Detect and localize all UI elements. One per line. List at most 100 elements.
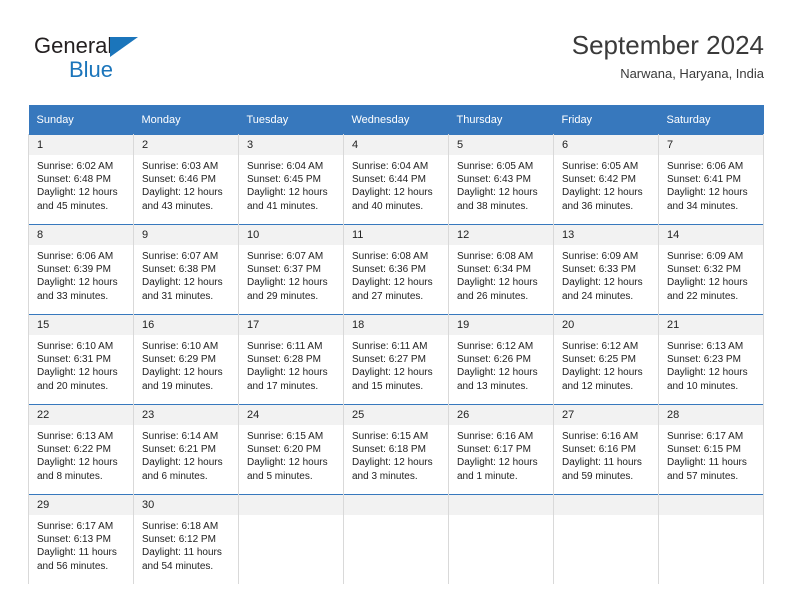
calendar-day-cell[interactable]: 16 Sunrise: 6:10 AM Sunset: 6:29 PM Dayligh…: [133, 314, 239, 405]
day-number: 8: [29, 225, 133, 245]
daylight-text-line1: Daylight: 12 hours: [142, 457, 223, 469]
sunset-text: Sunset: 6:17 PM: [457, 444, 531, 456]
daylight-text-line1: Daylight: 12 hours: [457, 187, 538, 199]
sunset-text: Sunset: 6:33 PM: [562, 264, 636, 276]
calendar-day-cell[interactable]: 18 Sunrise: 6:11 AM Sunset: 6:27 PM Dayligh…: [343, 314, 449, 405]
logo-triangle-icon: [110, 37, 138, 57]
day-number: 11: [344, 225, 448, 245]
day-number: 15: [29, 315, 133, 335]
daylight-text-line2: and 45 minutes.: [37, 200, 109, 212]
daylight-text-line2: and 57 minutes.: [667, 470, 739, 482]
daylight-text-line2: and 15 minutes.: [352, 380, 424, 392]
calendar-day-cell[interactable]: 4 Sunrise: 6:04 AM Sunset: 6:44 PM Daylight…: [343, 134, 449, 225]
day-sun-info: Sunrise: 6:13 AM Sunset: 6:22 PM Daylight:…: [29, 425, 133, 483]
daylight-text-line2: and 54 minutes.: [142, 560, 214, 572]
daylight-text-line2: and 5 minutes.: [247, 470, 313, 482]
day-number: 12: [449, 225, 553, 245]
daylight-text-line2: and 31 minutes.: [142, 290, 214, 302]
day-sun-info: Sunrise: 6:04 AM Sunset: 6:45 PM Daylight:…: [239, 155, 343, 213]
calendar-day-cell[interactable]: 26 Sunrise: 6:16 AM Sunset: 6:17 PM Dayligh…: [448, 404, 554, 495]
daylight-text-line1: Daylight: 12 hours: [37, 187, 118, 199]
calendar-cell-empty: [238, 494, 344, 584]
sunset-text: Sunset: 6:46 PM: [142, 174, 216, 186]
calendar-table: Sunday Monday Tuesday Wednesday Thursday…: [28, 105, 764, 584]
page-header: General Blue September 2024 Narwana, Har…: [28, 28, 764, 90]
day-number: [659, 495, 763, 515]
weekday-header-row: Sunday Monday Tuesday Wednesday Thursday…: [28, 105, 764, 135]
weekday-header-friday: Friday: [553, 105, 659, 135]
calendar-day-cell[interactable]: 12 Sunrise: 6:08 AM Sunset: 6:34 PM Dayligh…: [448, 224, 554, 315]
calendar-day-cell[interactable]: 24 Sunrise: 6:15 AM Sunset: 6:20 PM Dayligh…: [238, 404, 344, 495]
calendar-day-cell[interactable]: 25 Sunrise: 6:15 AM Sunset: 6:18 PM Dayligh…: [343, 404, 449, 495]
calendar-day-cell[interactable]: 20 Sunrise: 6:12 AM Sunset: 6:25 PM Dayligh…: [553, 314, 659, 405]
calendar-day-cell[interactable]: 27 Sunrise: 6:16 AM Sunset: 6:16 PM Dayligh…: [553, 404, 659, 495]
calendar-day-cell[interactable]: 22 Sunrise: 6:13 AM Sunset: 6:22 PM Dayligh…: [28, 404, 134, 495]
calendar-day-cell[interactable]: 28 Sunrise: 6:17 AM Sunset: 6:15 PM Dayligh…: [658, 404, 764, 495]
daylight-text-line1: Daylight: 12 hours: [562, 277, 643, 289]
sunset-text: Sunset: 6:23 PM: [667, 354, 741, 366]
sunrise-text: Sunrise: 6:08 AM: [352, 251, 429, 262]
daylight-text-line2: and 59 minutes.: [562, 470, 634, 482]
day-sun-info: Sunrise: 6:16 AM Sunset: 6:16 PM Daylight:…: [554, 425, 658, 483]
calendar-day-cell[interactable]: 14 Sunrise: 6:09 AM Sunset: 6:32 PM Dayligh…: [658, 224, 764, 315]
daylight-text-line1: Daylight: 12 hours: [247, 277, 328, 289]
calendar-cell-empty: [553, 494, 659, 584]
day-sun-info: Sunrise: 6:11 AM Sunset: 6:27 PM Daylight:…: [344, 335, 448, 393]
sunrise-text: Sunrise: 6:13 AM: [37, 431, 114, 442]
calendar-week-row: 29 Sunrise: 6:17 AM Sunset: 6:13 PM Dayligh…: [28, 494, 764, 584]
calendar-day-cell[interactable]: 19 Sunrise: 6:12 AM Sunset: 6:26 PM Dayligh…: [448, 314, 554, 405]
daylight-text-line1: Daylight: 12 hours: [352, 457, 433, 469]
day-sun-info: Sunrise: 6:04 AM Sunset: 6:44 PM Daylight:…: [344, 155, 448, 213]
sunrise-text: Sunrise: 6:11 AM: [247, 341, 323, 352]
sunset-text: Sunset: 6:26 PM: [457, 354, 531, 366]
calendar-day-cell[interactable]: 8 Sunrise: 6:06 AM Sunset: 6:39 PM Daylight…: [28, 224, 134, 315]
calendar-day-cell[interactable]: 11 Sunrise: 6:08 AM Sunset: 6:36 PM Dayligh…: [343, 224, 449, 315]
calendar-day-cell[interactable]: 23 Sunrise: 6:14 AM Sunset: 6:21 PM Dayligh…: [133, 404, 239, 495]
day-number: 9: [134, 225, 238, 245]
sunrise-text: Sunrise: 6:16 AM: [562, 431, 639, 442]
calendar-week-row: 22 Sunrise: 6:13 AM Sunset: 6:22 PM Dayligh…: [28, 404, 764, 495]
sunset-text: Sunset: 6:22 PM: [37, 444, 111, 456]
sunset-text: Sunset: 6:39 PM: [37, 264, 111, 276]
calendar-day-cell[interactable]: 5 Sunrise: 6:05 AM Sunset: 6:43 PM Daylight…: [448, 134, 554, 225]
calendar-day-cell[interactable]: 15 Sunrise: 6:10 AM Sunset: 6:31 PM Dayligh…: [28, 314, 134, 405]
calendar-day-cell[interactable]: 21 Sunrise: 6:13 AM Sunset: 6:23 PM Dayligh…: [658, 314, 764, 405]
sunset-text: Sunset: 6:34 PM: [457, 264, 531, 276]
calendar-day-cell[interactable]: 3 Sunrise: 6:04 AM Sunset: 6:45 PM Daylight…: [238, 134, 344, 225]
sunrise-text: Sunrise: 6:08 AM: [457, 251, 534, 262]
sunrise-text: Sunrise: 6:15 AM: [247, 431, 324, 442]
calendar-day-cell[interactable]: 1 Sunrise: 6:02 AM Sunset: 6:48 PM Daylight…: [28, 134, 134, 225]
daylight-text-line1: Daylight: 12 hours: [247, 457, 328, 469]
calendar-day-cell[interactable]: 17 Sunrise: 6:11 AM Sunset: 6:28 PM Dayligh…: [238, 314, 344, 405]
daylight-text-line2: and 22 minutes.: [667, 290, 739, 302]
day-number: 19: [449, 315, 553, 335]
daylight-text-line1: Daylight: 12 hours: [562, 367, 643, 379]
calendar-day-cell[interactable]: 30 Sunrise: 6:18 AM Sunset: 6:12 PM Dayligh…: [133, 494, 239, 584]
calendar-day-cell[interactable]: 10 Sunrise: 6:07 AM Sunset: 6:37 PM Dayligh…: [238, 224, 344, 315]
calendar-day-cell[interactable]: 9 Sunrise: 6:07 AM Sunset: 6:38 PM Daylight…: [133, 224, 239, 315]
sunset-text: Sunset: 6:41 PM: [667, 174, 741, 186]
day-number: 3: [239, 135, 343, 155]
daylight-text-line2: and 26 minutes.: [457, 290, 529, 302]
sunset-text: Sunset: 6:27 PM: [352, 354, 426, 366]
sunset-text: Sunset: 6:18 PM: [352, 444, 426, 456]
calendar-day-cell[interactable]: 7 Sunrise: 6:06 AM Sunset: 6:41 PM Daylight…: [658, 134, 764, 225]
day-sun-info: Sunrise: 6:03 AM Sunset: 6:46 PM Daylight:…: [134, 155, 238, 213]
logo-text-general: General: [34, 33, 113, 58]
calendar-day-cell[interactable]: 6 Sunrise: 6:05 AM Sunset: 6:42 PM Daylight…: [553, 134, 659, 225]
calendar-body: 1 Sunrise: 6:02 AM Sunset: 6:48 PM Daylight…: [28, 134, 764, 584]
sunrise-text: Sunrise: 6:07 AM: [142, 251, 219, 262]
sunset-text: Sunset: 6:48 PM: [37, 174, 111, 186]
calendar-day-cell[interactable]: 2 Sunrise: 6:03 AM Sunset: 6:46 PM Daylight…: [133, 134, 239, 225]
daylight-text-line2: and 34 minutes.: [667, 200, 739, 212]
day-number: 24: [239, 405, 343, 425]
day-sun-info: Sunrise: 6:09 AM Sunset: 6:32 PM Daylight:…: [659, 245, 763, 303]
sunset-text: Sunset: 6:45 PM: [247, 174, 321, 186]
sunrise-text: Sunrise: 6:11 AM: [352, 341, 428, 352]
day-number: 29: [29, 495, 133, 515]
daylight-text-line2: and 38 minutes.: [457, 200, 529, 212]
day-sun-info: Sunrise: 6:17 AM Sunset: 6:13 PM Daylight:…: [29, 515, 133, 573]
calendar-day-cell[interactable]: 13 Sunrise: 6:09 AM Sunset: 6:33 PM Dayligh…: [553, 224, 659, 315]
sunset-text: Sunset: 6:12 PM: [142, 534, 216, 546]
calendar-day-cell[interactable]: 29 Sunrise: 6:17 AM Sunset: 6:13 PM Dayligh…: [28, 494, 134, 584]
